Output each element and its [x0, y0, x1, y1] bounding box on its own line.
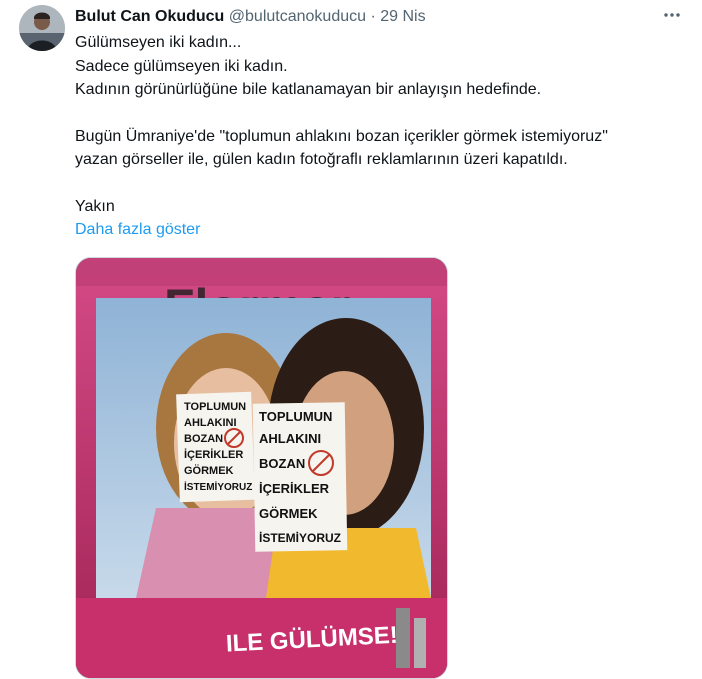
tweet-line: Yakın — [75, 197, 115, 215]
sticker-right-line: İÇERİKLER — [259, 481, 330, 496]
sticker-left-line: GÖRMEK — [184, 464, 234, 477]
sticker-right-line: AHLAKINI — [259, 431, 321, 446]
tweet-line: Kadının görünürlüğüne bile katlanamayan … — [75, 81, 542, 98]
tweet-line: Bugün Ümraniye'de "toplumun ahlakını boz… — [75, 127, 608, 145]
avatar[interactable] — [19, 5, 65, 51]
separator-dot: · — [370, 8, 376, 25]
sticker-left-line: İÇERİKLER — [184, 448, 243, 461]
tweet-image[interactable]: Flormar TOPLUMUN AHLAKINI BOZAN İÇERİKLE… — [75, 257, 448, 679]
tweet-line: yazan görseller ile, gülen kadın fotoğra… — [75, 151, 568, 168]
tweet-line: Gülümseyen iki kadın... — [75, 34, 242, 51]
sticker-right-line: BOZAN — [259, 456, 305, 471]
sticker-right-line: TOPLUMUN — [259, 409, 332, 424]
author-name[interactable]: Bulut Can Okuducu — [75, 8, 224, 25]
tweet-header: Bulut Can Okuducu @bulutcanokuducu · 29 … — [75, 6, 682, 28]
sticker-right-line: İSTEMİYORUZ — [259, 530, 341, 545]
sticker-left-line: BOZAN — [184, 433, 223, 445]
more-horizontal-icon[interactable] — [658, 5, 686, 27]
show-more-link[interactable]: Daha fazla göster — [75, 218, 685, 242]
sticker-right-line: GÖRMEK — [259, 506, 318, 521]
tweet-text: Gülümseyen iki kadın... Sadece gülümseye… — [75, 31, 685, 242]
tweet-line: Sadece gülümseyen iki kadın. — [75, 57, 288, 75]
sticker-left-line: AHLAKINI — [184, 417, 237, 429]
author-handle[interactable]: @bulutcanokuducu — [229, 8, 366, 25]
tweet-card[interactable]: Bulut Can Okuducu @bulutcanokuducu · 29 … — [0, 0, 702, 679]
sticker-left-line: TOPLUMUN — [184, 401, 246, 413]
tweet-date[interactable]: 29 Nis — [380, 8, 425, 25]
sticker-left-line: İSTEMİYORUZ — [184, 480, 252, 493]
